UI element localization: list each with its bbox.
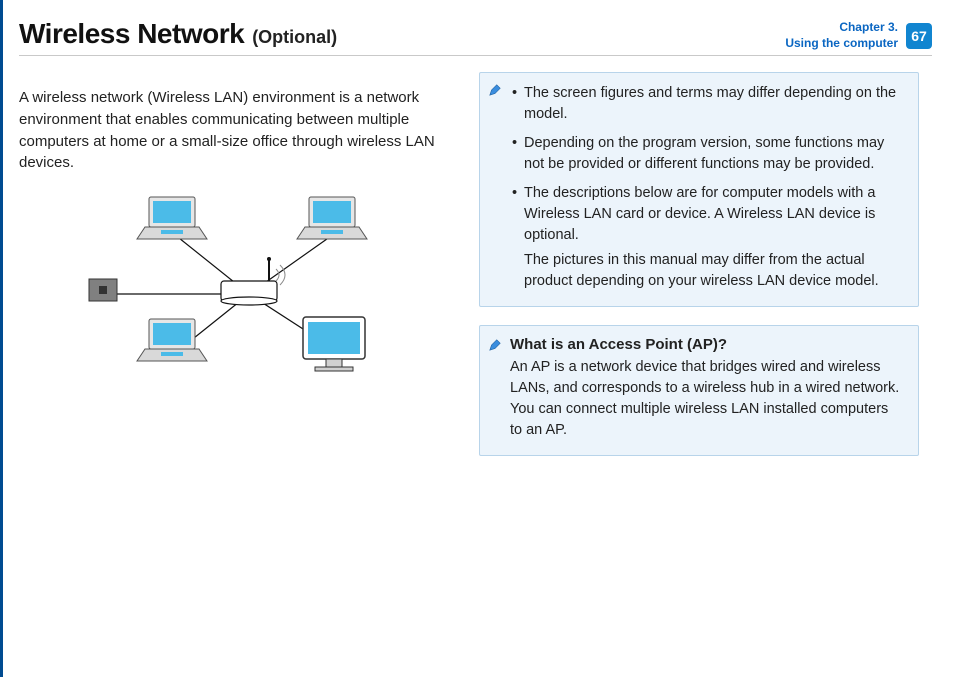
ap-title: What is an Access Point (AP)? — [510, 336, 904, 353]
chapter-box: Chapter 3. Using the computer 67 — [785, 20, 932, 51]
notes-box: The screen figures and terms may differ … — [479, 72, 919, 307]
monitor-icon — [303, 317, 365, 371]
network-diagram — [19, 189, 459, 394]
pencil-icon — [488, 338, 502, 352]
laptop-icon — [297, 197, 367, 239]
right-column: The screen figures and terms may differ … — [479, 72, 919, 456]
pencil-icon — [488, 83, 502, 97]
laptop-icon — [137, 197, 207, 239]
page-header: Wireless Network (Optional) Chapter 3. U… — [19, 18, 932, 56]
note-item: The screen figures and terms may differ … — [512, 83, 904, 125]
manual-page: Wireless Network (Optional) Chapter 3. U… — [0, 0, 954, 677]
page-title: Wireless Network — [19, 18, 244, 50]
note-item: The descriptions below are for computer … — [512, 183, 904, 292]
page-subtitle: (Optional) — [252, 27, 337, 48]
left-column: A wireless network (Wireless LAN) enviro… — [19, 72, 459, 456]
network-diagram-svg — [79, 189, 399, 389]
chapter-line-1: Chapter 3. — [839, 20, 898, 34]
laptop-icon — [137, 319, 207, 361]
page-number-badge: 67 — [906, 23, 932, 49]
ap-text: An AP is a network device that bridges w… — [510, 357, 904, 441]
page-body: A wireless network (Wireless LAN) enviro… — [19, 72, 932, 456]
title-group: Wireless Network (Optional) — [19, 18, 337, 50]
note-item: Depending on the program version, some f… — [512, 133, 904, 175]
router-icon — [221, 257, 285, 305]
wall-outlet-icon — [89, 279, 117, 301]
chapter-line-2: Using the computer — [785, 36, 898, 50]
access-point-box: What is an Access Point (AP)? An AP is a… — [479, 325, 919, 456]
chapter-text: Chapter 3. Using the computer — [785, 20, 898, 51]
notes-list: The screen figures and terms may differ … — [512, 83, 904, 292]
intro-text: A wireless network (Wireless LAN) enviro… — [19, 87, 459, 174]
